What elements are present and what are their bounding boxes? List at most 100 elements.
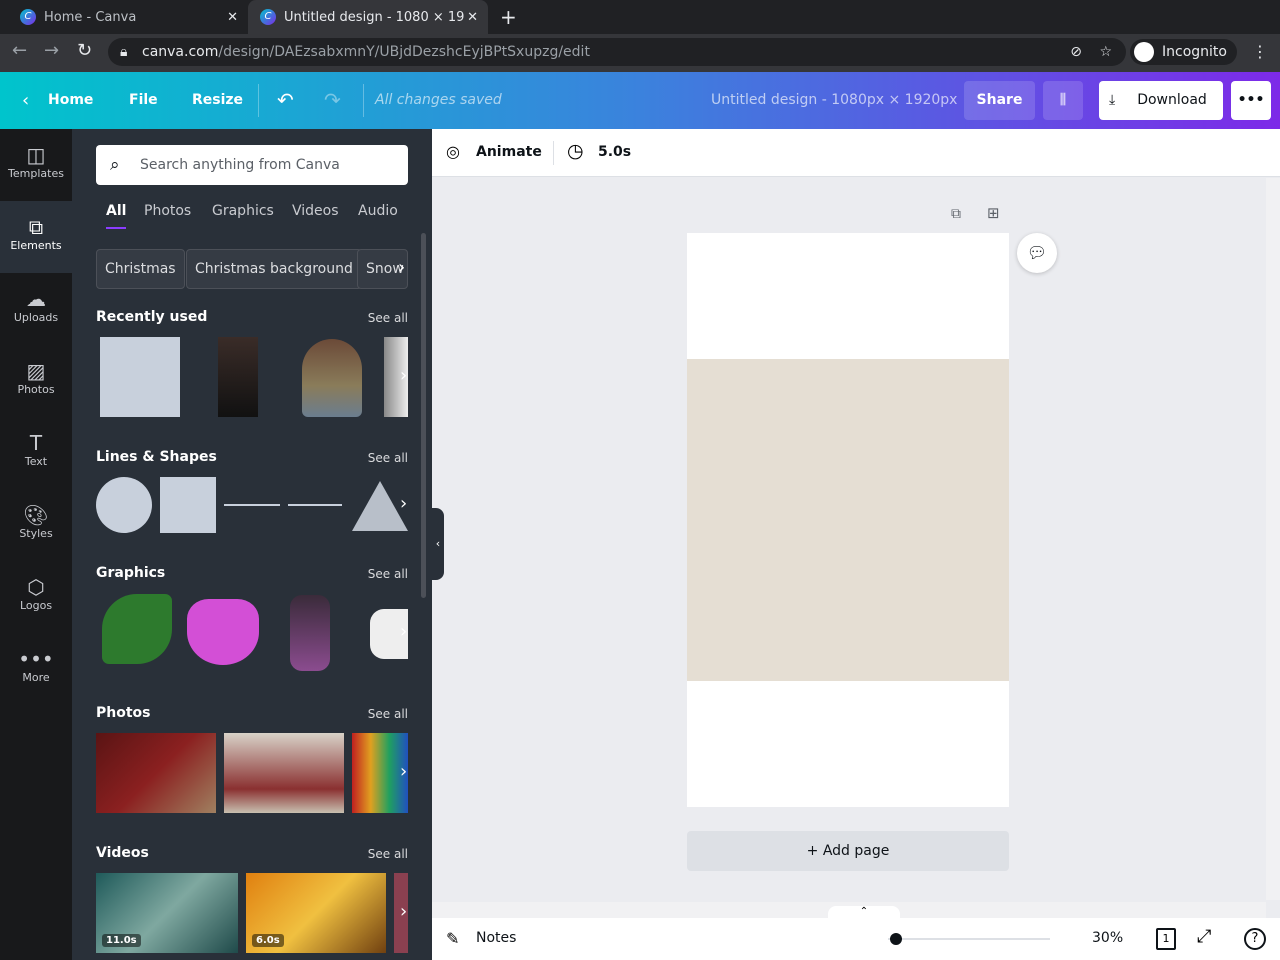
rail-styles[interactable]: 🎨︎ Styles bbox=[0, 489, 72, 561]
bull-head-graphic[interactable] bbox=[187, 599, 259, 665]
duration-button[interactable]: 5.0s bbox=[598, 144, 631, 160]
recent-couple-illustration[interactable] bbox=[302, 339, 362, 417]
arrow-line-shape[interactable] bbox=[288, 504, 342, 506]
collapse-panel-handle[interactable]: ‹ bbox=[432, 508, 444, 580]
rail-logos[interactable]: ⬡ Logos bbox=[0, 561, 72, 633]
download-icon: ⤓ bbox=[1109, 92, 1116, 108]
photo-gifts[interactable] bbox=[96, 733, 216, 813]
divider bbox=[363, 84, 364, 117]
rail-more[interactable]: ••• More bbox=[0, 633, 72, 705]
notes-button[interactable]: Notes bbox=[476, 930, 516, 946]
tab-photos[interactable]: Photos bbox=[144, 203, 191, 219]
resize-button[interactable]: Resize bbox=[192, 72, 243, 129]
recent-square-shape[interactable] bbox=[100, 337, 180, 417]
lock-icon: 🔒︎ bbox=[120, 44, 128, 60]
incognito-badge[interactable]: Incognito bbox=[1130, 39, 1237, 65]
chevron-right-icon[interactable]: › bbox=[400, 901, 407, 922]
recent-couple-graphic[interactable] bbox=[218, 337, 258, 417]
tab-videos[interactable]: Videos bbox=[292, 203, 339, 219]
url-field[interactable]: 🔒︎ canva.com/design/DAEzsabxmnY/UBjdDezsh… bbox=[108, 38, 1126, 66]
see-all-link[interactable]: See all bbox=[368, 847, 408, 861]
download-button[interactable]: ⤓ Download bbox=[1099, 81, 1223, 120]
panel-scrollbar[interactable] bbox=[421, 233, 426, 598]
undo-icon[interactable]: ↶ bbox=[277, 72, 294, 129]
footer-bar: ✎ Notes 30% 1 ⤢ ? bbox=[432, 918, 1280, 960]
square-shape[interactable] bbox=[160, 477, 216, 533]
rail-templates[interactable]: ◫ Templates bbox=[0, 129, 72, 201]
see-all-link[interactable]: See all bbox=[368, 567, 408, 581]
back-icon[interactable]: ← bbox=[12, 40, 27, 61]
video-duration: 6.0s bbox=[252, 934, 284, 947]
video-ocean[interactable]: 11.0s bbox=[96, 873, 238, 953]
rail-label: Text bbox=[24, 455, 48, 468]
chevron-right-icon[interactable]: › bbox=[400, 493, 407, 514]
rail-text[interactable]: T Text bbox=[0, 417, 72, 489]
add-page-button[interactable]: + Add page bbox=[687, 831, 1009, 871]
rail-label: Logos bbox=[19, 599, 53, 612]
help-icon[interactable]: ? bbox=[1244, 928, 1266, 950]
add-comment-icon[interactable]: 💬︎ bbox=[1017, 233, 1057, 273]
rail-label: Photos bbox=[17, 383, 55, 396]
beige-rectangle[interactable] bbox=[687, 359, 1009, 681]
tab-graphics[interactable]: Graphics bbox=[212, 203, 274, 219]
forward-icon[interactable]: → bbox=[44, 40, 59, 61]
duplicate-page-icon[interactable]: ⧉ bbox=[951, 206, 961, 222]
tracking-eye-off-icon[interactable]: ⊘ bbox=[1070, 38, 1082, 66]
divider bbox=[553, 141, 554, 165]
zoom-slider[interactable] bbox=[888, 938, 1050, 940]
rail-elements[interactable]: ⧉ Elements bbox=[0, 201, 72, 273]
chevron-right-icon[interactable]: › bbox=[400, 365, 407, 386]
line-shape[interactable] bbox=[224, 504, 280, 506]
section-title: Recently used bbox=[96, 309, 208, 325]
close-tab-icon[interactable]: ✕ bbox=[467, 10, 478, 25]
video-fire[interactable]: 6.0s bbox=[246, 873, 386, 953]
elements-shapes-icon: ⧉ bbox=[28, 215, 44, 239]
photo-family[interactable] bbox=[224, 733, 344, 813]
rail-photos[interactable]: ▨ Photos bbox=[0, 345, 72, 417]
insights-bar-chart-icon[interactable]: ⫼ bbox=[1043, 81, 1083, 120]
search-input[interactable]: ⌕ Search anything from Canva bbox=[96, 145, 408, 185]
circle-shape[interactable] bbox=[96, 477, 152, 533]
home-button[interactable]: Home bbox=[48, 72, 93, 129]
chevron-right-icon[interactable]: › bbox=[400, 621, 407, 642]
share-button[interactable]: Share bbox=[964, 81, 1035, 120]
add-page-icon[interactable]: ⊞ bbox=[987, 204, 1000, 222]
elements-panel: ⌕ Search anything from Canva All Photos G… bbox=[72, 129, 432, 960]
monstera-leaf-graphic[interactable] bbox=[102, 594, 172, 664]
zoom-level[interactable]: 30% bbox=[1092, 930, 1123, 946]
vertical-scrollbar[interactable] bbox=[1266, 178, 1280, 900]
close-tab-icon[interactable]: ✕ bbox=[227, 10, 238, 25]
file-menu-button[interactable]: File bbox=[129, 72, 158, 129]
browser-tab-home[interactable]: C Home - Canva ✕ bbox=[8, 0, 248, 34]
see-all-link[interactable]: See all bbox=[368, 451, 408, 465]
search-placeholder: Search anything from Canva bbox=[140, 157, 340, 173]
bookmark-star-icon[interactable]: ☆ bbox=[1099, 38, 1112, 66]
video-duration: 11.0s bbox=[102, 934, 141, 947]
page-count-button[interactable]: 1 bbox=[1156, 928, 1176, 950]
reload-icon[interactable]: ↻ bbox=[77, 40, 92, 61]
rail-uploads[interactable]: ☁ Uploads bbox=[0, 273, 72, 345]
tab-all[interactable]: All bbox=[106, 203, 127, 229]
fullscreen-icon[interactable]: ⤢ bbox=[1197, 926, 1211, 947]
tab-audio[interactable]: Audio bbox=[358, 203, 398, 219]
see-all-link[interactable]: See all bbox=[368, 311, 408, 325]
new-tab-button[interactable]: + bbox=[500, 5, 517, 29]
chevron-right-icon[interactable]: › bbox=[400, 761, 407, 782]
design-page[interactable] bbox=[687, 233, 1009, 807]
canva-favicon-icon: C bbox=[20, 9, 36, 25]
chip-christmas-background[interactable]: Christmas background bbox=[186, 249, 362, 289]
zoom-slider-handle[interactable] bbox=[890, 933, 903, 945]
canvas-toolbar: ◎ Animate ◷ 5.0s bbox=[432, 129, 1280, 177]
text-t-icon: T bbox=[29, 431, 43, 455]
browser-menu-icon[interactable]: ⋮ bbox=[1252, 42, 1268, 61]
chevron-right-icon[interactable]: › bbox=[398, 257, 405, 278]
redo-icon[interactable]: ↷ bbox=[324, 72, 341, 129]
canva-favicon-icon: C bbox=[260, 9, 276, 25]
chip-christmas[interactable]: Christmas bbox=[96, 249, 185, 289]
dancing-woman-graphic[interactable] bbox=[290, 595, 330, 671]
more-options-icon[interactable]: ••• bbox=[1231, 81, 1271, 120]
animate-button[interactable]: Animate bbox=[476, 144, 542, 160]
browser-tab-design[interactable]: C Untitled design - 1080 × 1920px✕ bbox=[248, 0, 488, 34]
design-title[interactable]: Untitled design - 1080px × 1920px bbox=[711, 72, 957, 129]
see-all-link[interactable]: See all bbox=[368, 707, 408, 721]
